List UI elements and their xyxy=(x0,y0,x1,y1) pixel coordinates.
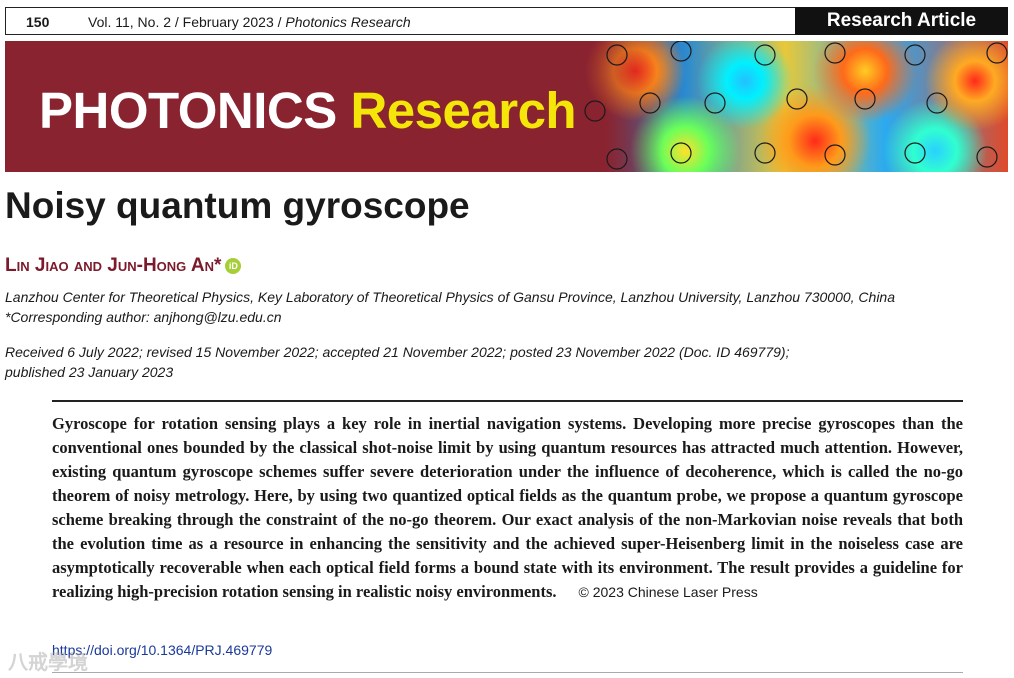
page-number: 150 xyxy=(26,14,50,30)
article-type-label: Research Article xyxy=(795,7,1008,35)
paper-title: Noisy quantum gyroscope xyxy=(5,185,470,226)
copyright-notice: © 2023 Chinese Laser Press xyxy=(578,584,758,600)
banner-circle-pattern xyxy=(584,41,1008,170)
journal-volume-date: Vol. 11, No. 2 / February 2023 / xyxy=(88,14,286,30)
divider xyxy=(52,400,963,402)
affiliation: Lanzhou Center for Theoretical Physics, … xyxy=(5,289,896,305)
author-line: Lin Jiao and Jun-Hong An* iD xyxy=(5,255,242,277)
journal-header-bar: 150 Vol. 11, No. 2 / February 2023 / Pho… xyxy=(0,7,1014,37)
header-left-box: 150 Vol. 11, No. 2 / February 2023 / Pho… xyxy=(5,7,795,35)
logo-research: Research xyxy=(350,82,577,139)
abstract-text: Gyroscope for rotation sensing plays a k… xyxy=(52,414,963,601)
affiliation-block: Lanzhou Center for Theoretical Physics, … xyxy=(5,287,895,327)
logo-photonics: PHOTONICS xyxy=(39,82,337,139)
journal-name: Photonics Research xyxy=(285,14,411,30)
orcid-icon[interactable]: iD xyxy=(225,258,242,274)
author-names: Lin Jiao and Jun-Hong An* xyxy=(5,255,222,276)
watermark: 八戒學境 xyxy=(8,652,88,674)
bottom-divider xyxy=(52,672,963,673)
publication-dates: Received 6 July 2022; revised 15 Novembe… xyxy=(5,342,789,382)
dates-line-2: published 23 January 2023 xyxy=(5,364,174,380)
abstract: Gyroscope for rotation sensing plays a k… xyxy=(52,412,963,604)
journal-logo: PHOTONICS Research xyxy=(39,81,577,140)
journal-banner: PHOTONICS Research xyxy=(5,41,1008,172)
corresponding-author: *Corresponding author: anjhong@lzu.edu.c… xyxy=(5,309,282,325)
dates-line-1: Received 6 July 2022; revised 15 Novembe… xyxy=(5,344,790,360)
journal-reference: Vol. 11, No. 2 / February 2023 / Photoni… xyxy=(88,14,411,30)
